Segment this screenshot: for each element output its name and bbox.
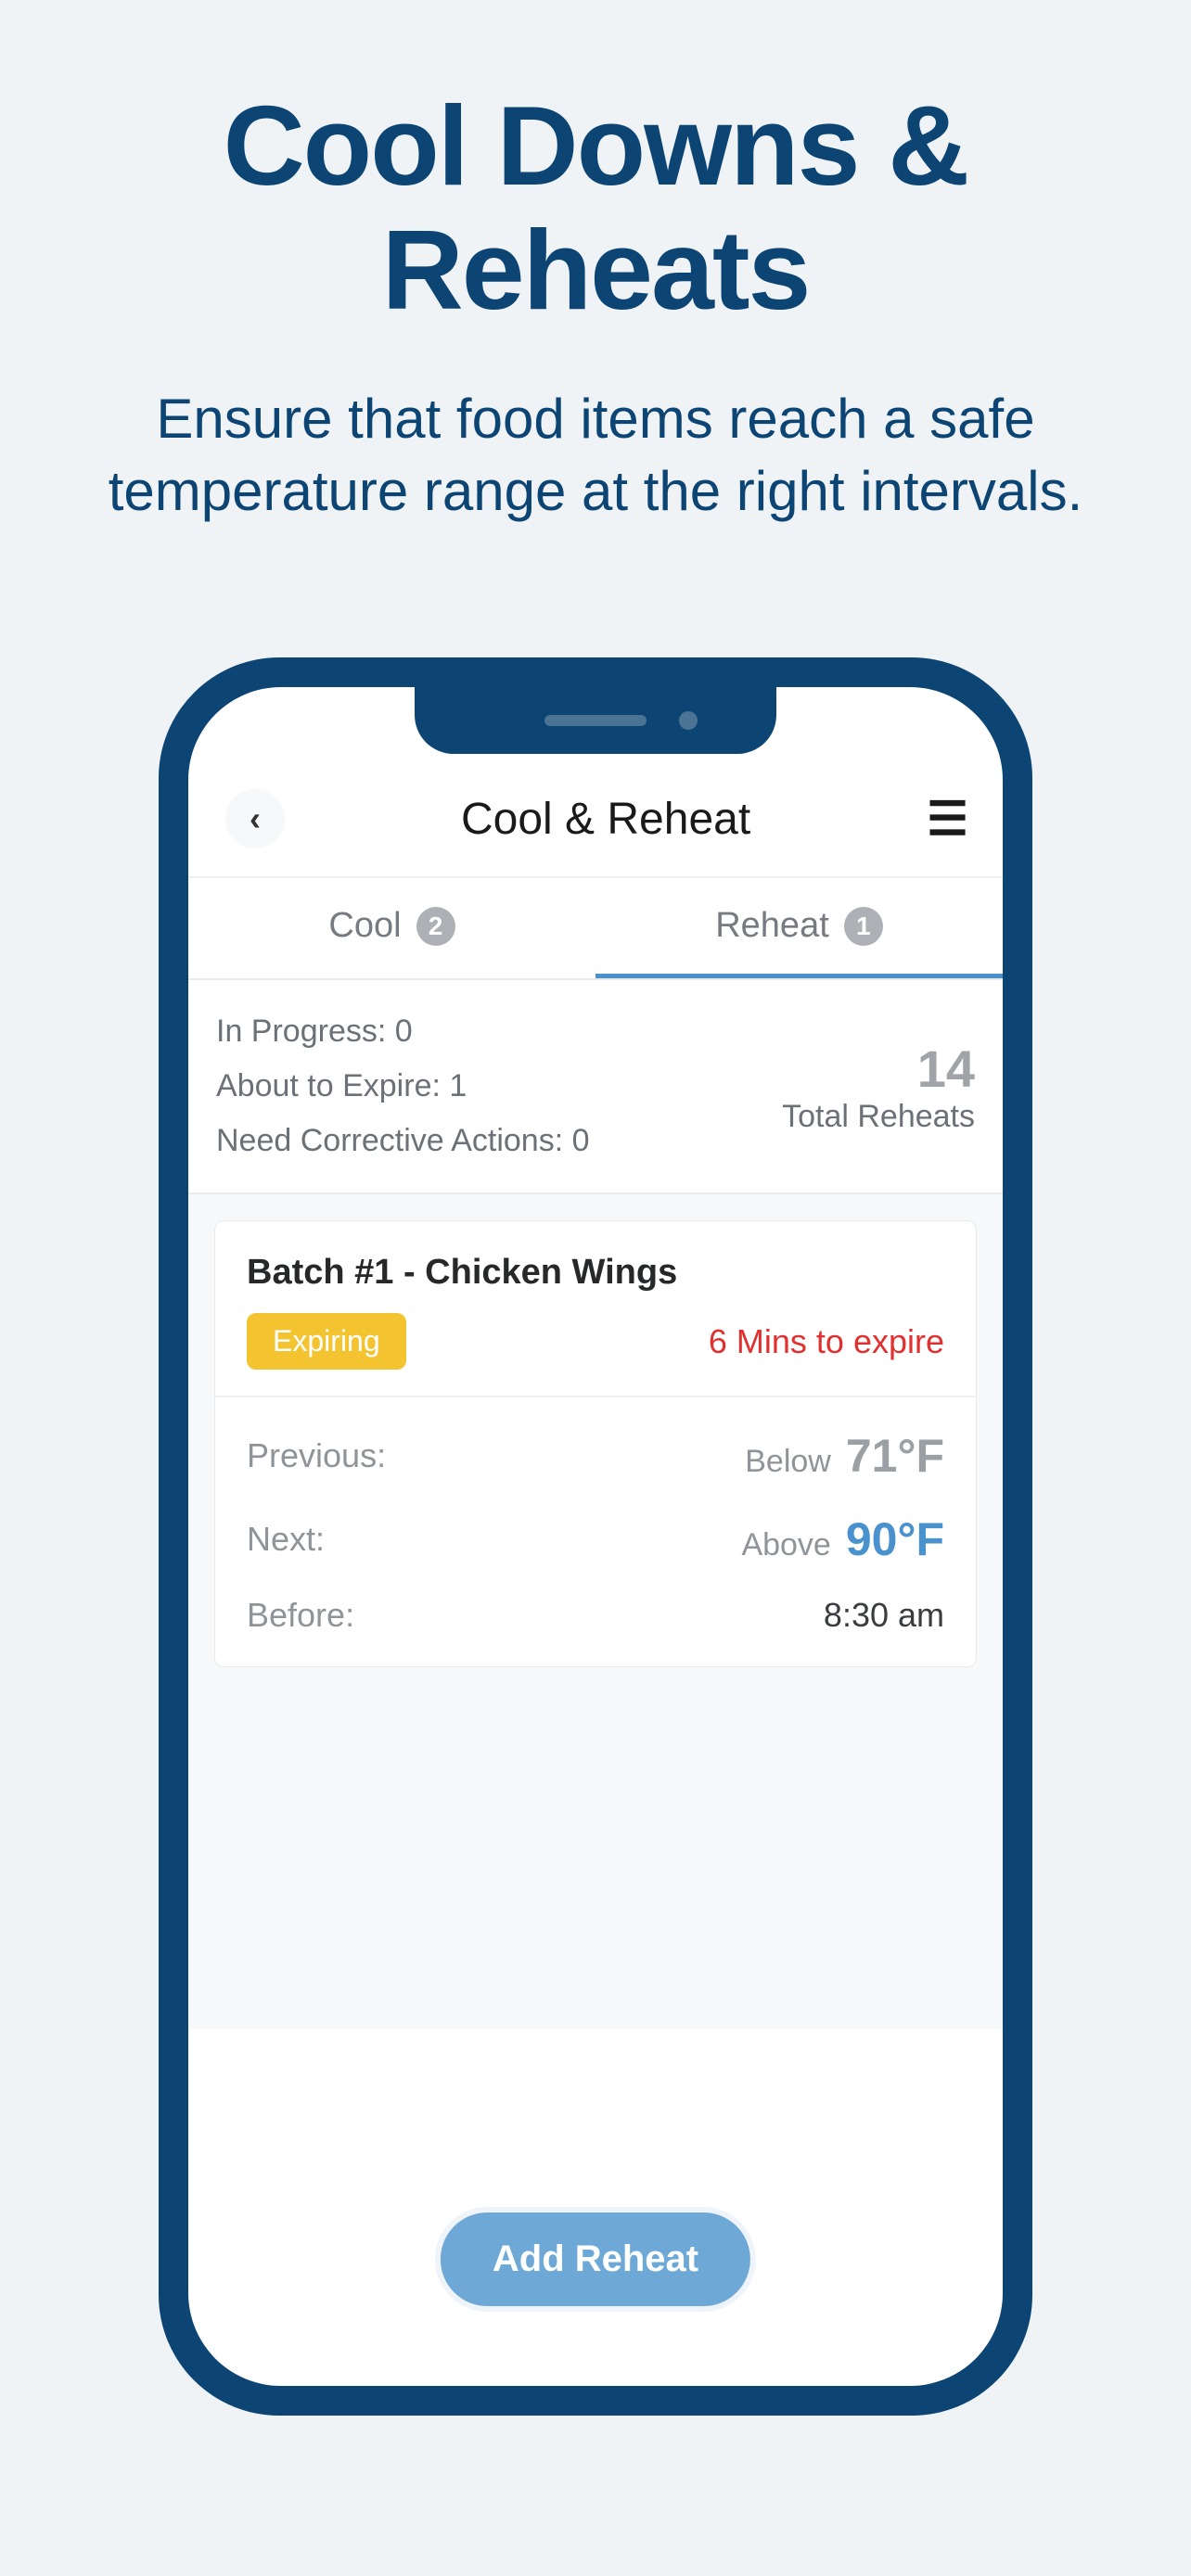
- marketing-subtitle: Ensure that food items reach a safe temp…: [0, 383, 1191, 528]
- next-qualifier: Above: [741, 1527, 830, 1563]
- previous-value-group: Below 71°F: [745, 1429, 944, 1483]
- next-label: Next:: [247, 1520, 325, 1559]
- tab-reheat[interactable]: Reheat 1: [596, 878, 1003, 978]
- before-time: 8:30 am: [824, 1596, 944, 1635]
- total-reheats-number: 14: [782, 1039, 975, 1099]
- previous-row: Previous: Below 71°F: [247, 1429, 944, 1483]
- next-row: Next: Above 90°F: [247, 1512, 944, 1566]
- stat-need-corrective: Need Corrective Actions: 0: [216, 1123, 590, 1159]
- batch-card-body: Previous: Below 71°F Next: Above 90°F: [215, 1397, 976, 1666]
- phone-notch: [415, 687, 776, 754]
- content-area: Batch #1 - Chicken Wings Expiring 6 Mins…: [188, 1194, 1003, 2029]
- tab-cool-label: Cool: [328, 906, 401, 946]
- add-reheat-button[interactable]: Add Reheat: [435, 2207, 756, 2312]
- previous-label: Previous:: [247, 1436, 386, 1475]
- batch-card[interactable]: Batch #1 - Chicken Wings Expiring 6 Mins…: [214, 1220, 977, 1667]
- hamburger-icon: ☰: [927, 793, 966, 845]
- notch-camera: [679, 711, 698, 730]
- chevron-left-icon: ‹: [250, 799, 261, 838]
- back-button[interactable]: ‹: [225, 789, 285, 848]
- expire-countdown-text: 6 Mins to expire: [709, 1322, 944, 1361]
- phone-screen: ‹ Cool & Reheat ☰ Cool 2 Reheat 1 In Pro…: [188, 687, 1003, 2386]
- tab-cool-badge: 2: [416, 907, 455, 946]
- phone-frame: ‹ Cool & Reheat ☰ Cool 2 Reheat 1 In Pro…: [159, 657, 1032, 2416]
- stats-section: In Progress: 0 About to Expire: 1 Need C…: [188, 980, 1003, 1194]
- stats-right: 14 Total Reheats: [782, 1039, 975, 1135]
- page-title: Cool & Reheat: [461, 794, 750, 845]
- next-temp: 90°F: [846, 1512, 944, 1566]
- previous-temp: 71°F: [846, 1429, 944, 1483]
- batch-card-header: Batch #1 - Chicken Wings Expiring 6 Mins…: [215, 1221, 976, 1397]
- before-row: Before: 8:30 am: [247, 1596, 944, 1635]
- tab-reheat-badge: 1: [844, 907, 883, 946]
- notch-speaker: [544, 715, 647, 726]
- marketing-title: Cool Downs & Reheats: [0, 83, 1191, 332]
- tab-reheat-label: Reheat: [715, 906, 829, 946]
- previous-qualifier: Below: [745, 1444, 831, 1480]
- status-badge-expiring: Expiring: [247, 1313, 406, 1370]
- total-reheats-label: Total Reheats: [782, 1099, 975, 1135]
- batch-title: Batch #1 - Chicken Wings: [247, 1253, 944, 1293]
- stat-about-to-expire: About to Expire: 1: [216, 1068, 590, 1104]
- stats-left: In Progress: 0 About to Expire: 1 Need C…: [216, 1014, 590, 1159]
- menu-button[interactable]: ☰: [927, 792, 966, 846]
- add-button-wrapper: Add Reheat: [435, 2207, 756, 2312]
- before-label: Before:: [247, 1596, 354, 1635]
- tab-cool[interactable]: Cool 2: [188, 878, 596, 978]
- stat-in-progress: In Progress: 0: [216, 1014, 590, 1050]
- tabs: Cool 2 Reheat 1: [188, 878, 1003, 980]
- batch-status-row: Expiring 6 Mins to expire: [247, 1313, 944, 1370]
- next-value-group: Above 90°F: [741, 1512, 944, 1566]
